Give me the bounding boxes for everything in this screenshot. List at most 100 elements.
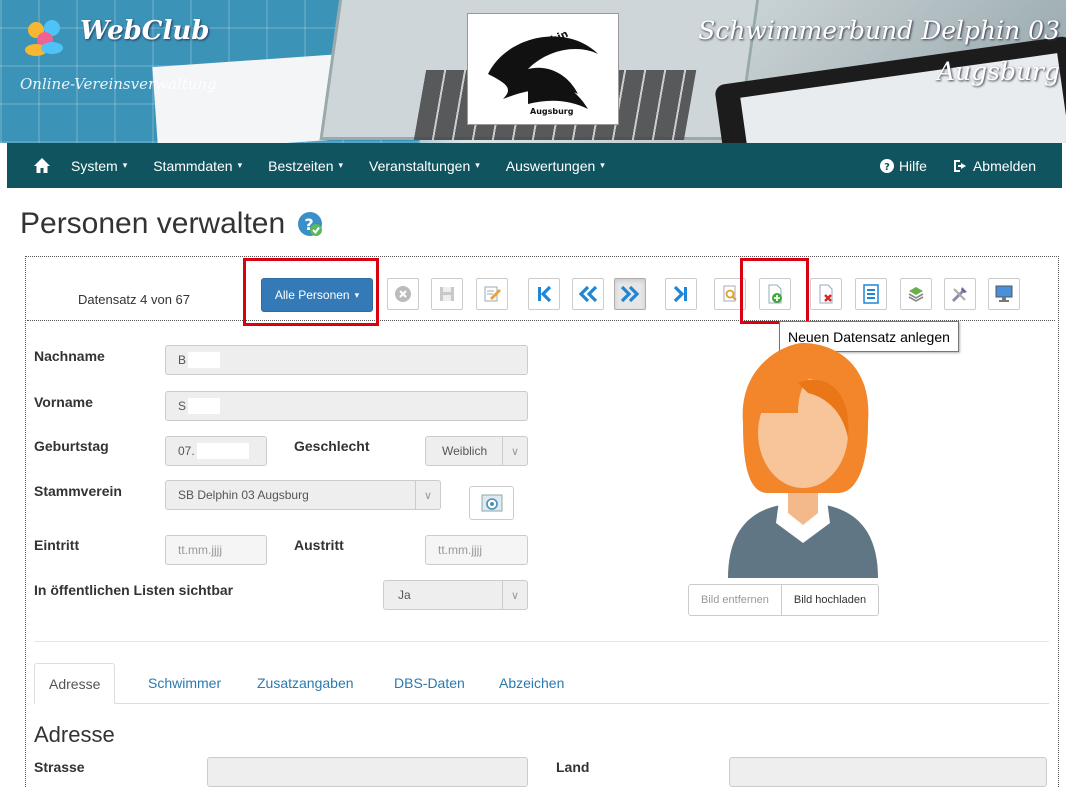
nav-help[interactable]: ? Hilfe (879, 157, 927, 174)
edit-icon (484, 286, 501, 302)
tab-zusatzangaben[interactable]: Zusatzangaben (257, 663, 354, 703)
strasse-input[interactable] (207, 757, 528, 787)
label-public-lists: In öffentlichen Listen sichtbar (34, 582, 234, 598)
nav-veranstaltungen-label: Veranstaltungen (369, 157, 471, 174)
help-icon[interactable]: ? (297, 211, 323, 237)
stammverein-select[interactable]: SB Delphin 03 Augsburg ∨ (165, 480, 441, 510)
search-document-icon (723, 285, 737, 302)
address-section-title: Adresse (34, 722, 115, 747)
land-select[interactable] (729, 757, 1047, 787)
question-circle-icon: ? (879, 158, 894, 173)
public-lists-select[interactable]: Ja ∨ (383, 580, 528, 610)
geschlecht-value: Weiblich (442, 444, 488, 458)
double-chevron-right-icon (620, 285, 640, 303)
save-icon (440, 287, 454, 301)
tools-icon (951, 287, 967, 303)
geburtstag-input[interactable]: 07. (165, 436, 267, 466)
chevron-down-icon: ▾ (122, 160, 128, 170)
svg-text:?: ? (884, 162, 890, 173)
nav-system-label: System (71, 157, 118, 174)
club-name-line2: Augsburg (936, 57, 1060, 86)
label-strasse: Strasse (34, 759, 85, 775)
eintritt-input[interactable]: tt.mm.jjjj (165, 535, 267, 565)
geschlecht-select[interactable]: Weiblich ∨ (425, 436, 528, 466)
list-view-button[interactable] (855, 278, 887, 310)
cancel-button[interactable] (387, 278, 419, 310)
chevron-down-icon: ∨ (502, 581, 527, 609)
monitor-icon (995, 285, 1013, 302)
label-stammverein: Stammverein (34, 483, 122, 499)
nav-auswertungen[interactable]: Auswertungen ▾ (506, 158, 605, 174)
nav-veranstaltungen[interactable]: Veranstaltungen ▾ (369, 158, 480, 174)
display-button[interactable] (988, 278, 1020, 310)
nav-help-label: Hilfe (898, 157, 927, 174)
chevron-down-icon: ∨ (502, 437, 527, 465)
first-record-button[interactable] (528, 278, 560, 310)
nav-right: ? Hilfe Abmelden (879, 143, 1062, 188)
tab-dbs-daten[interactable]: DBS-Daten (394, 663, 465, 703)
austritt-input[interactable]: tt.mm.jjjj (425, 535, 528, 565)
nav-logout-label: Abmelden (972, 157, 1036, 174)
label-vorname: Vorname (34, 394, 93, 410)
home-icon[interactable] (33, 157, 51, 175)
section-divider (34, 641, 1049, 642)
chevron-down-icon: ▾ (338, 160, 344, 170)
page-title-text: Personen verwalten (20, 207, 286, 240)
geburtstag-value: 07. (178, 444, 195, 458)
app-name: WebClub (80, 16, 210, 46)
highlight-box-all-persons (243, 258, 379, 326)
tab-abzeichen[interactable]: Abzeichen (499, 663, 564, 703)
people-logo-icon (25, 20, 63, 56)
nav-bestzeiten[interactable]: Bestzeiten ▾ (268, 158, 343, 174)
stack-button[interactable] (900, 278, 932, 310)
next-record-button[interactable] (614, 278, 646, 310)
nav-system[interactable]: System ▾ (71, 158, 127, 174)
redaction-mask (188, 398, 221, 414)
tab-schwimmer[interactable]: Schwimmer (148, 663, 221, 703)
record-counter: Datensatz 4 von 67 (78, 292, 191, 307)
chevron-down-icon: ∨ (415, 481, 440, 509)
label-nachname: Nachname (34, 348, 105, 364)
delete-document-icon (819, 284, 833, 304)
nav-stammdaten[interactable]: Stammdaten ▾ (153, 158, 242, 174)
label-land: Land (556, 759, 590, 775)
upload-photo-button[interactable]: Bild hochladen (781, 584, 880, 616)
layers-icon (908, 287, 924, 302)
remove-photo-button[interactable]: Bild entfernen (688, 584, 782, 616)
main-navbar: System ▾ Stammdaten ▾ Bestzeiten ▾ Veransta… (7, 143, 1062, 188)
save-button[interactable] (431, 278, 463, 310)
club-name: Schwimmerbund Delphin 03 Augsburg (698, 16, 1060, 86)
vorname-value: S (178, 399, 187, 413)
header-banner: WebClub Online-Vereinsverwaltung SB Delp… (0, 0, 1066, 143)
picture-icon (481, 494, 502, 512)
previous-record-button[interactable] (572, 278, 604, 310)
club-name-line1: Schwimmerbund Delphin 03 (698, 16, 1060, 45)
vorname-input[interactable]: S (165, 391, 528, 421)
logout-icon (953, 159, 966, 172)
list-icon (863, 284, 879, 304)
public-lists-value: Ja (398, 588, 411, 602)
label-geschlecht: Geschlecht (294, 438, 370, 454)
edit-button[interactable] (476, 278, 508, 310)
nav-logout[interactable]: Abmelden (953, 158, 1036, 174)
person-avatar (728, 343, 878, 578)
club-logo: SB Delphin Augsburg (467, 13, 619, 125)
logo-text-bottom: Augsburg (530, 107, 574, 116)
club-details-button[interactable] (469, 486, 514, 520)
double-chevron-left-icon (578, 285, 598, 303)
chevron-down-icon: ▾ (600, 160, 605, 170)
stammverein-value: SB Delphin 03 Augsburg (178, 488, 309, 502)
nachname-input[interactable]: B (165, 345, 528, 375)
app-subtitle: Online-Vereinsverwaltung (20, 75, 217, 93)
redaction-mask (196, 443, 249, 459)
redaction-mask (188, 352, 221, 368)
last-record-button[interactable] (665, 278, 697, 310)
first-icon (538, 285, 552, 303)
dolphin-logo-icon: SB Delphin Augsburg (488, 29, 598, 116)
tools-button[interactable] (944, 278, 976, 310)
last-icon (673, 285, 687, 303)
chevron-down-icon: ▾ (475, 160, 480, 170)
tab-adresse[interactable]: Adresse (34, 663, 116, 704)
delete-record-button[interactable] (810, 278, 842, 310)
nav-auswertungen-label: Auswertungen (505, 157, 596, 174)
